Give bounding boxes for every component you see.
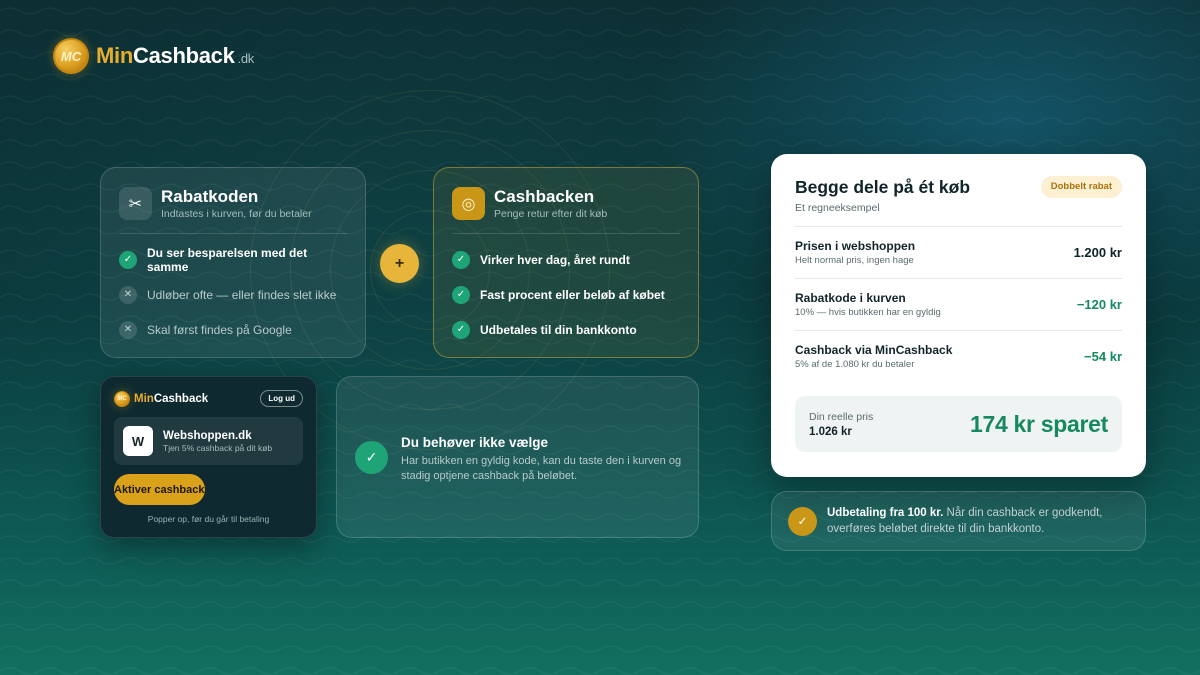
check-icon: ✓ [452,250,470,269]
check-icon: ✓ [788,506,817,536]
popup-note: Popper op, før du går til betaling [147,514,270,524]
total-box: Din reelle pris 1.026 kr 174 kr sparet [795,396,1122,452]
list-item: ✓ Udbetales til din bankkonto [452,312,680,347]
card-title: Rabatkoden [161,187,259,206]
popup-logo: MC Min Cashback [114,390,208,407]
check-icon: ✓ [452,320,470,339]
calculation-card: Begge dele på ét køb Et regneeksempel Do… [771,154,1146,477]
calc-subtitle: Et regneeksempel [795,202,880,214]
row-value: −54 kr [1084,349,1122,364]
shop-logo-icon: W [123,426,153,456]
row-value: −120 kr [1076,297,1122,312]
scissors-icon: ✂ [119,187,152,220]
brand-wordmark: MinCashback .dk [96,43,254,68]
check-icon: ✓ [119,250,137,269]
info-card: ✓ Du behøver ikke vælge Har butikken en … [336,376,699,538]
target-icon: ◎ [452,187,485,220]
info-body: Har butikken en gyldig kode, kan du tast… [401,455,682,482]
calc-title: Begge dele på ét køb [795,177,971,197]
total-price: 1.026 kr [809,425,852,438]
cross-icon: ✕ [119,285,137,304]
payout-note: ✓ Udbetaling fra 100 kr. Når din cashbac… [771,491,1146,551]
check-icon: ✓ [355,441,388,474]
cashback-card: ◎ Cashbacken Penge retur efter dit køb ✓… [433,167,699,358]
info-title: Du behøver ikke vælge [401,435,549,450]
card-subtitle: Indtastes i kurven, før du betaler [161,208,312,220]
shop-cashback-rate: Tjen 5% cashback på dit køb [163,442,273,453]
double-discount-badge: Dobbelt rabat [1040,176,1122,198]
calc-row: Cashback via MinCashback 5% af de 1.080 … [795,330,1122,382]
shop-name: Webshoppen.dk [163,429,252,442]
card-subtitle: Penge retur efter dit køb [494,208,608,220]
calc-row: Rabatkode i kurven 10% — hvis butikken h… [795,278,1122,330]
list-item: ✓ Fast procent eller beløb af købet [452,277,680,312]
list-item: ✕ Skal først findes på Google [119,312,347,347]
shop-row: W Webshoppen.dk Tjen 5% cashback på dit … [114,417,303,465]
total-saved: 174 kr sparet [969,410,1108,437]
card-title: Cashbacken [494,187,595,206]
logout-button[interactable]: Log ud [260,390,303,407]
coin-logo-icon: MC [53,38,89,74]
check-icon: ✓ [452,285,470,304]
brand-logo[interactable]: MC MinCashback .dk [53,38,254,74]
list-item: ✓ Virker hver dag, året rundt [452,242,680,277]
cross-icon: ✕ [119,320,137,339]
list-item: ✓ Du ser besparelsen med det samme [119,242,347,277]
rabatkode-card: ✂ Rabatkoden Indtastes i kurven, før du … [100,167,366,358]
extension-popup: MC Min Cashback Log ud W Webshoppen.dk Tj… [100,376,317,538]
coin-logo-icon: MC [114,390,130,407]
activate-cashback-button[interactable]: Aktiver cashback [114,474,205,505]
plus-icon: + [380,244,419,283]
calc-row: Prisen i webshoppen Helt normal pris, in… [795,226,1122,278]
list-item: ✕ Udløber ofte — eller findes slet ikke [119,277,347,312]
row-value: 1.200 kr [1073,245,1122,260]
